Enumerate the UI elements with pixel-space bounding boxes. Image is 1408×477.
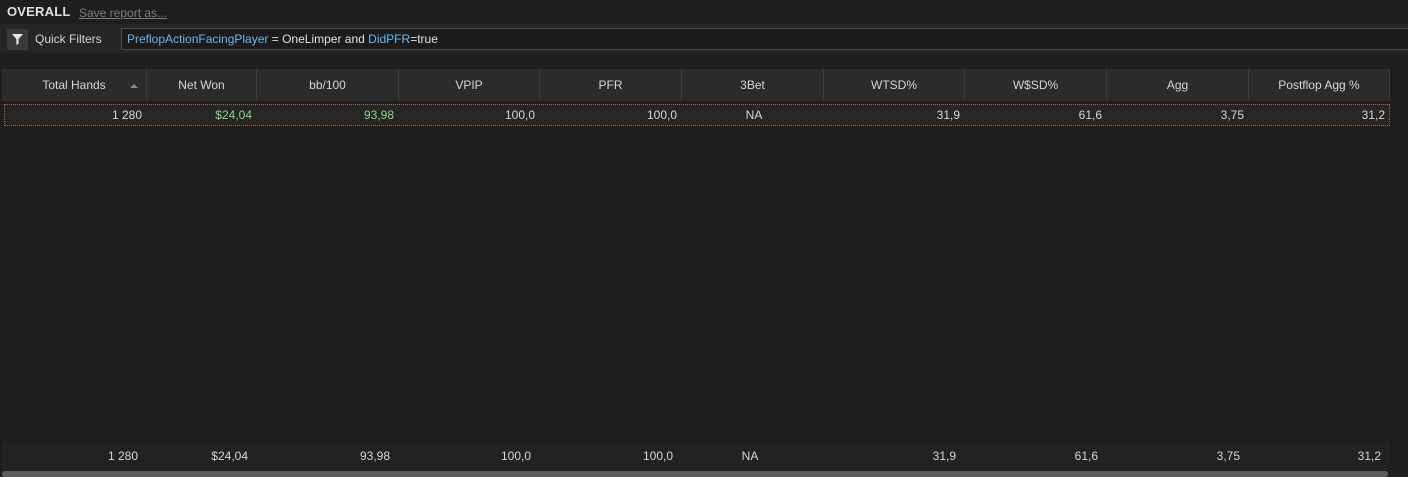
total-pfr: 100,0 (642, 449, 673, 463)
report-header: OVERALL Save report as... (0, 0, 1408, 24)
column-header-postflop-agg[interactable]: Postflop Agg % (1249, 69, 1390, 101)
column-header-wtsd[interactable]: WTSD% (824, 69, 965, 101)
horizontal-scrollbar[interactable] (2, 471, 1388, 477)
column-header-vpip[interactable]: VPIP (399, 69, 540, 101)
cell-bb100: 93,98 (363, 108, 394, 122)
column-header-label: bb/100 (309, 78, 346, 92)
column-header-wsd[interactable]: W$SD% (965, 69, 1107, 101)
filter-button[interactable] (7, 29, 28, 50)
funnel-icon (12, 34, 23, 45)
cell-vpip: 100,0 (504, 108, 535, 122)
column-header-pfr[interactable]: PFR (540, 69, 682, 101)
filter-expression-input[interactable]: PreflopActionFacingPlayer = OneLimper an… (121, 28, 1408, 50)
grid-header: Total Hands Net Won bb/100 VPIP PFR 3Bet… (2, 69, 1390, 101)
total-wtsd: 31,9 (932, 449, 956, 463)
column-header-label: Agg (1166, 78, 1189, 92)
total-net-won: $24,04 (211, 449, 248, 463)
column-header-3bet[interactable]: 3Bet (682, 69, 824, 101)
filter-field-2: DidPFR (368, 32, 411, 46)
total-agg: 3,75 (1216, 449, 1240, 463)
total-3bet: NA (741, 449, 759, 463)
cell-postflop-agg: 31,2 (1361, 108, 1385, 122)
filter-joiner: and (341, 32, 369, 46)
filter-value-1: OneLimper (282, 32, 342, 46)
table-row[interactable]: 1 280 $24,04 93,98 100,0 100,0 NA 31,9 6… (4, 104, 1390, 126)
cell-pfr: 100,0 (646, 108, 677, 122)
column-header-label: Net Won (178, 78, 225, 92)
column-header-label: Total Hands (42, 78, 106, 92)
column-header-label: 3Bet (740, 78, 765, 92)
total-bb100: 93,98 (359, 449, 390, 463)
cell-wsd: 61,6 (1078, 108, 1102, 122)
column-header-label: VPIP (455, 78, 483, 92)
cell-3bet: NA (745, 108, 763, 122)
sort-ascending-icon (130, 84, 138, 88)
total-total-hands: 1 280 (107, 449, 138, 463)
cell-net-won: $24,04 (215, 108, 252, 122)
report-title: OVERALL (7, 4, 71, 19)
column-header-label: WTSD% (871, 78, 917, 92)
column-header-label: Postflop Agg % (1278, 78, 1360, 92)
cell-total-hands: 1 280 (111, 108, 142, 122)
column-header-label: W$SD% (1012, 78, 1059, 92)
scrollbar-thumb[interactable] (2, 471, 1388, 477)
quick-filters-bar: Quick Filters PreflopActionFacingPlayer … (0, 24, 1408, 53)
totals-row: 1 280 $24,04 93,98 100,0 100,0 NA 31,9 6… (2, 442, 1390, 470)
filter-value-2: true (417, 32, 438, 46)
stats-grid: Total Hands Net Won bb/100 VPIP PFR 3Bet… (2, 69, 1390, 440)
column-header-label: PFR (598, 78, 623, 92)
filter-operator-1: = (268, 32, 283, 46)
save-report-link[interactable]: Save report as... (79, 6, 167, 20)
column-header-agg[interactable]: Agg (1107, 69, 1249, 101)
total-vpip: 100,0 (500, 449, 531, 463)
cell-agg: 3,75 (1220, 108, 1244, 122)
quick-filters-label: Quick Filters (35, 32, 102, 46)
column-header-total-hands[interactable]: Total Hands (2, 69, 147, 101)
column-header-bb100[interactable]: bb/100 (257, 69, 399, 101)
total-postflop-agg: 31,2 (1357, 449, 1381, 463)
cell-wtsd: 31,9 (936, 108, 960, 122)
filter-field-1: PreflopActionFacingPlayer (127, 32, 269, 46)
column-header-net-won[interactable]: Net Won (147, 69, 257, 101)
total-wsd: 61,6 (1074, 449, 1098, 463)
